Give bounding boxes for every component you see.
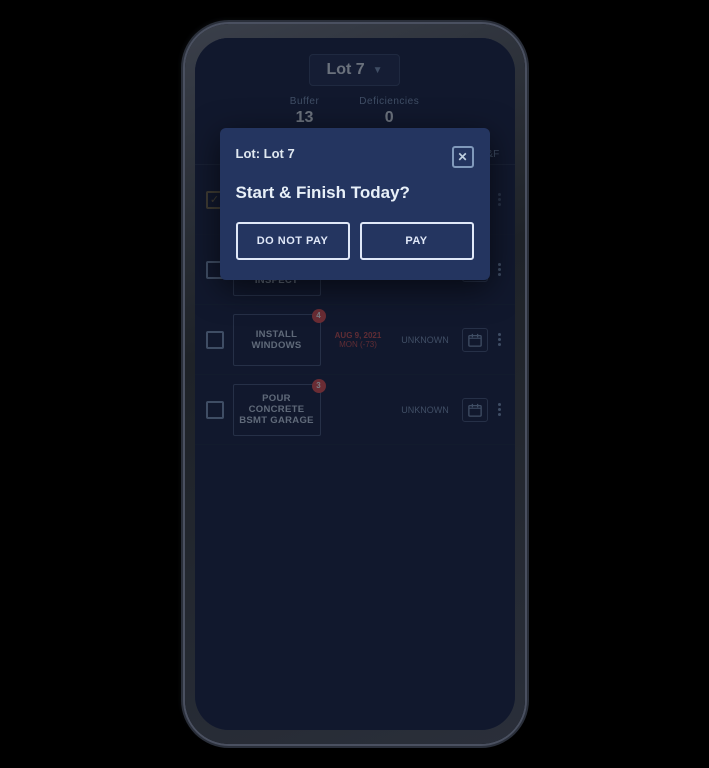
app-content: Lot 7 ▼ Buffer 13 Deficiencies 0 Start [195,38,515,730]
modal-header: Lot: Lot 7 ✕ [236,146,474,168]
modal-lot-label: Lot: Lot 7 [236,146,295,161]
close-icon: ✕ [457,151,467,163]
start-finish-modal: Lot: Lot 7 ✕ Start & Finish Today? DO NO… [220,128,490,280]
modal-overlay: Lot: Lot 7 ✕ Start & Finish Today? DO NO… [195,38,515,730]
pay-button[interactable]: PAY [360,222,474,260]
phone-frame: Lot 7 ▼ Buffer 13 Deficiencies 0 Start [185,24,525,744]
phone-screen: Lot 7 ▼ Buffer 13 Deficiencies 0 Start [195,38,515,730]
modal-buttons: DO NOT PAY PAY [236,222,474,260]
modal-close-button[interactable]: ✕ [452,146,474,168]
do-not-pay-button[interactable]: DO NOT PAY [236,222,350,260]
modal-question-text: Start & Finish Today? [236,182,474,204]
